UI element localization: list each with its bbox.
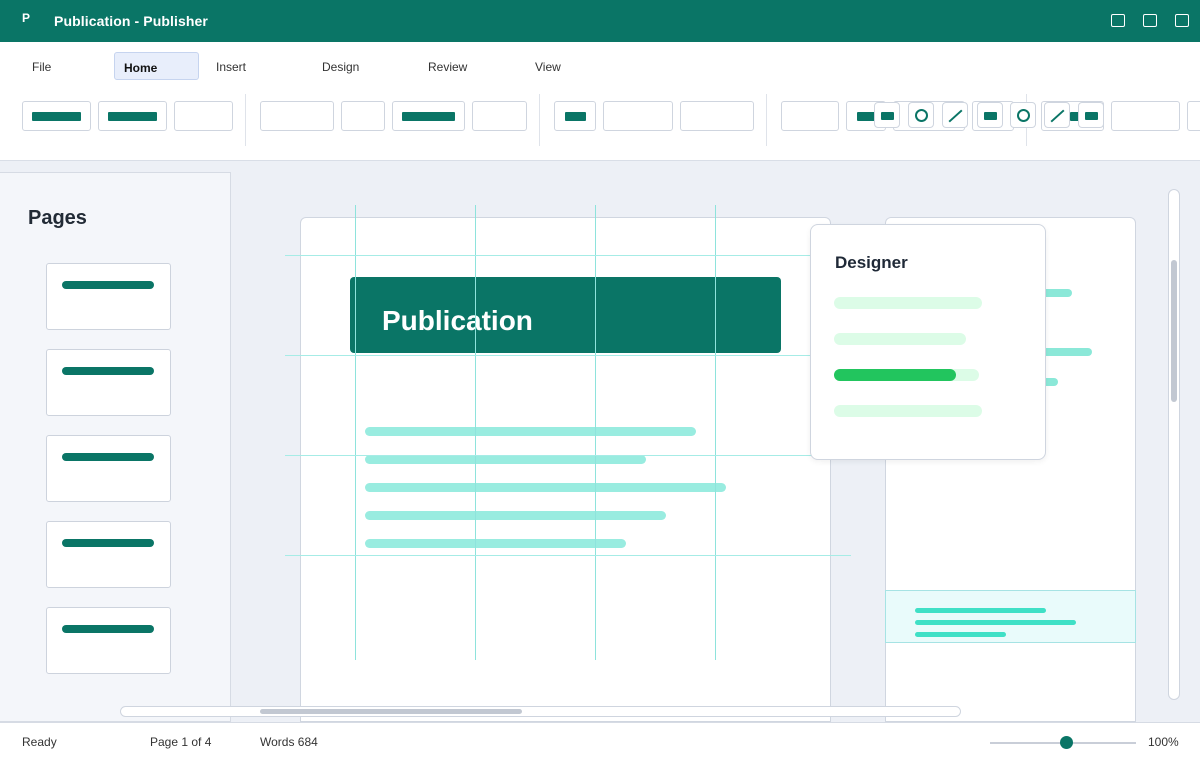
- page-thumbnail[interactable]: [46, 263, 171, 330]
- zoom-slider-handle[interactable]: [1060, 736, 1073, 749]
- pages-panel: Pages: [0, 172, 231, 722]
- design-option[interactable]: [834, 405, 982, 417]
- scroll-thumb[interactable]: [260, 709, 522, 714]
- ribbon-button[interactable]: [554, 101, 596, 131]
- ribbon-button[interactable]: [781, 101, 839, 131]
- tab-insert[interactable]: Insert: [216, 52, 246, 80]
- header-text[interactable]: Publication: [382, 305, 533, 337]
- window-title: Publication - Publisher: [54, 13, 208, 29]
- selected-text-box[interactable]: [885, 590, 1136, 643]
- tab-home[interactable]: Home: [114, 52, 199, 80]
- circle-icon[interactable]: [1010, 102, 1036, 128]
- tab-file[interactable]: File: [32, 52, 51, 80]
- ribbon-button[interactable]: [98, 101, 167, 131]
- ribbon-button[interactable]: [680, 101, 754, 131]
- ribbon-button[interactable]: [603, 101, 673, 131]
- page-thumbnail[interactable]: [46, 521, 171, 588]
- design-option-selected[interactable]: [834, 369, 956, 381]
- ribbon-button[interactable]: [472, 101, 527, 131]
- ribbon-separator: [766, 94, 767, 146]
- page-thumbnail[interactable]: [46, 607, 171, 674]
- ribbon-button[interactable]: [1111, 101, 1180, 131]
- status-ready: Ready: [22, 735, 57, 749]
- horizontal-scrollbar[interactable]: [120, 706, 961, 717]
- ribbon-button[interactable]: [1187, 101, 1200, 131]
- vertical-scrollbar[interactable]: [1168, 189, 1180, 700]
- title-bar: P Publication - Publisher: [0, 0, 1200, 42]
- layout-guide: [285, 255, 851, 256]
- design-option[interactable]: [834, 333, 966, 345]
- layout-guide: [595, 205, 596, 660]
- minimize-icon[interactable]: [1111, 14, 1125, 27]
- layout-guide: [285, 355, 851, 356]
- page-thumbnail[interactable]: [46, 435, 171, 502]
- header-block[interactable]: Publication: [350, 277, 781, 353]
- layout-guide: [715, 205, 716, 660]
- layout-guide: [475, 205, 476, 660]
- status-bar: Ready Page 1 of 4 Words 684 100%: [0, 722, 1200, 760]
- rectangle-icon[interactable]: [977, 102, 1003, 128]
- ribbon-button[interactable]: [260, 101, 334, 131]
- text-line: [365, 511, 666, 520]
- scroll-thumb[interactable]: [1171, 260, 1177, 402]
- status-words: Words 684: [260, 735, 318, 749]
- pages-title: Pages: [28, 207, 87, 229]
- rectangle-icon[interactable]: [874, 102, 900, 128]
- designer-panel: Designer: [810, 224, 1046, 460]
- layout-guide: [285, 455, 851, 456]
- rectangle-icon[interactable]: [1078, 102, 1104, 128]
- line-icon[interactable]: [1044, 102, 1070, 128]
- ribbon-button[interactable]: [392, 101, 465, 131]
- ribbon-separator: [245, 94, 246, 146]
- designer-title: Designer: [835, 253, 908, 272]
- status-page: Page 1 of 4: [150, 735, 212, 749]
- ribbon-separator: [539, 94, 540, 146]
- layout-guide: [285, 555, 851, 556]
- close-icon[interactable]: [1175, 14, 1189, 27]
- ribbon-button[interactable]: [174, 101, 233, 131]
- text-line: [365, 427, 696, 436]
- tab-design[interactable]: Design: [322, 52, 359, 80]
- page-thumbnail[interactable]: [46, 349, 171, 416]
- text-line: [365, 539, 626, 548]
- text-line: [365, 455, 646, 464]
- line-icon[interactable]: [942, 102, 968, 128]
- ribbon: File Home Insert Design Review View: [0, 42, 1200, 161]
- text-line: [365, 483, 726, 492]
- maximize-icon[interactable]: [1143, 14, 1157, 27]
- ribbon-button[interactable]: [22, 101, 91, 131]
- layout-guide: [355, 205, 356, 660]
- app-icon: P: [22, 11, 31, 25]
- tab-view[interactable]: View: [535, 52, 561, 80]
- design-option[interactable]: [834, 297, 982, 309]
- tab-review[interactable]: Review: [428, 52, 467, 80]
- zoom-level: 100%: [1148, 735, 1179, 749]
- circle-icon[interactable]: [908, 102, 934, 128]
- ribbon-button[interactable]: [341, 101, 385, 131]
